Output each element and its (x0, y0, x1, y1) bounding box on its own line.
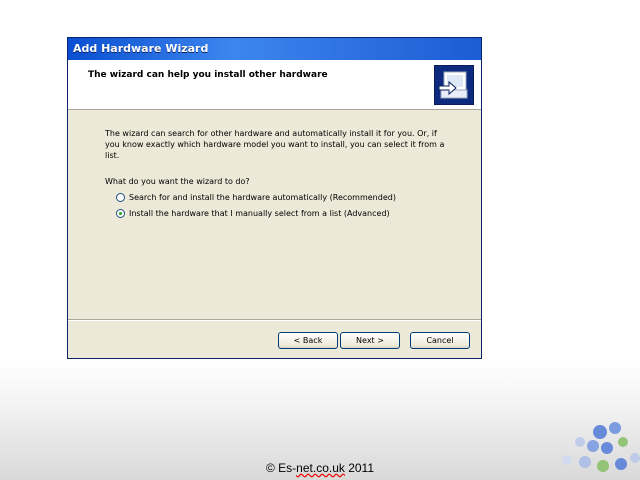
dots-logo-icon (562, 422, 640, 472)
wizard-description: The wizard can search for other hardware… (105, 129, 445, 160)
back-button[interactable]: < Back (278, 332, 338, 349)
hardware-install-icon (434, 65, 474, 105)
radio-search-automatically[interactable] (116, 192, 125, 202)
radio-install-manually[interactable] (116, 208, 125, 218)
option-search-automatically[interactable]: Search for and install the hardware auto… (116, 191, 396, 203)
wizard-header: The wizard can help you install other ha… (68, 60, 481, 110)
button-separator (68, 319, 481, 321)
window-title: Add Hardware Wizard (73, 42, 209, 55)
header-title: The wizard can help you install other ha… (88, 70, 328, 80)
next-button[interactable]: Next > (340, 332, 400, 349)
cancel-button[interactable]: Cancel (410, 332, 470, 349)
copyright-prefix: © Es- (265, 461, 297, 475)
option-install-manually-label[interactable]: Install the hardware that I manually sel… (129, 209, 390, 218)
wizard-question: What do you want the wizard to do? (105, 177, 250, 186)
copyright-footer: © Es-net.co.uk 2011 (0, 461, 640, 475)
title-bar[interactable]: Add Hardware Wizard (68, 38, 481, 60)
copyright-year: 2011 (344, 461, 375, 475)
option-search-automatically-label[interactable]: Search for and install the hardware auto… (129, 193, 396, 202)
copyright-domain: net.co.uk (296, 461, 345, 475)
option-install-manually[interactable]: Install the hardware that I manually sel… (116, 207, 390, 219)
wizard-window: Add Hardware Wizard The wizard can help … (67, 37, 482, 359)
